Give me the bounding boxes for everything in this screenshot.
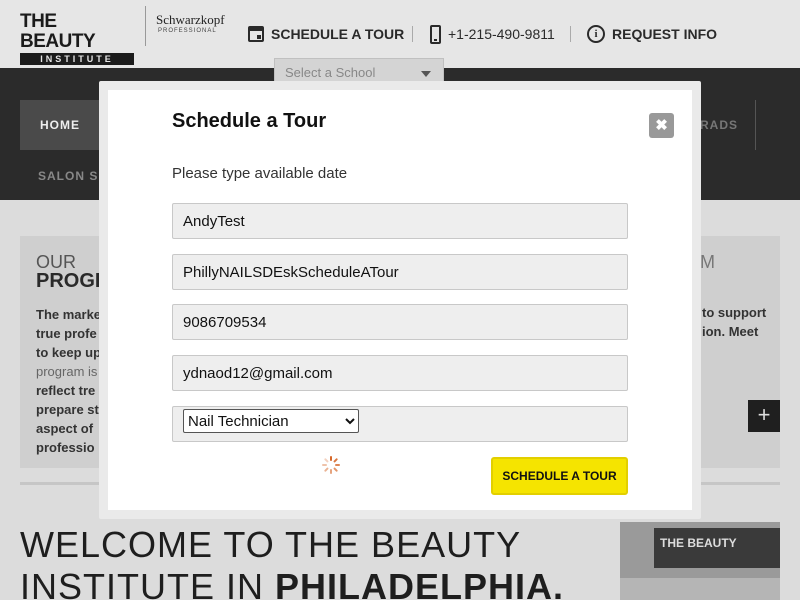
- right-heading: M: [700, 252, 715, 272]
- body-line: prepare st: [36, 402, 99, 417]
- welcome-city: PHILADELPHIA.: [275, 566, 565, 600]
- body-line: to keep up: [36, 345, 102, 360]
- nav-divider: [755, 100, 756, 150]
- last-name-field[interactable]: [172, 254, 628, 290]
- nav-separator: [412, 26, 413, 42]
- request-info-link[interactable]: i REQUEST INFO: [587, 22, 717, 46]
- logo-line-2: INSTITUTE: [20, 53, 134, 65]
- institute-photo: THE BEAUTY: [620, 522, 780, 600]
- logo-line-1: THE BEAUTY: [20, 11, 96, 52]
- phone-icon: [430, 24, 441, 44]
- body-line: true profe: [36, 326, 97, 341]
- photo-floor: [620, 578, 780, 600]
- nav-home[interactable]: HOME: [20, 100, 100, 150]
- body-line: reflect tre: [36, 383, 96, 398]
- phone-field[interactable]: [172, 304, 628, 340]
- partner-sub: PROFESSIONAL: [158, 28, 217, 34]
- program-field: Nail Technician: [172, 406, 628, 442]
- welcome-heading-line-2: INSTITUTE IN PHILADELPHIA.: [20, 566, 564, 600]
- body-line: program is: [36, 364, 98, 379]
- info-icon: i: [587, 25, 605, 43]
- schwarzkopf-logo: Schwarzkopf PROFESSIONAL: [156, 12, 225, 34]
- name-field[interactable]: [172, 203, 628, 239]
- schedule-tour-label: SCHEDULE A TOUR: [271, 26, 405, 42]
- phone-link[interactable]: +1-215-490-9811: [430, 22, 555, 46]
- calendar-icon: [248, 26, 264, 42]
- schedule-tour-link[interactable]: SCHEDULE A TOUR: [248, 22, 404, 46]
- right-text-line: to support: [702, 305, 767, 320]
- email-field[interactable]: [172, 355, 628, 391]
- modal-subtitle: Please type available date: [172, 165, 348, 182]
- modal-title: Schedule a Tour: [172, 110, 327, 132]
- photo-sign-text: THE BEAUTY: [660, 536, 737, 550]
- welcome-heading-line-1: WELCOME TO THE BEAUTY: [20, 524, 522, 565]
- body-line: aspect of: [36, 421, 94, 436]
- body-line: The marke: [36, 307, 102, 322]
- beauty-institute-logo[interactable]: THE BEAUTY INSTITUTE: [20, 12, 134, 65]
- nav-grads[interactable]: RADS: [700, 118, 738, 132]
- program-select[interactable]: Nail Technician: [183, 409, 359, 433]
- schedule-tour-button[interactable]: SCHEDULE A TOUR: [491, 457, 628, 495]
- nav-separator: [570, 26, 571, 42]
- request-info-label: REQUEST INFO: [612, 26, 718, 42]
- schedule-tour-modal: [108, 90, 692, 510]
- close-icon[interactable]: ✖: [649, 113, 674, 138]
- body-line: professio: [36, 440, 95, 455]
- loading-spinner-icon: [322, 456, 340, 474]
- right-text-line: ion. Meet: [702, 324, 759, 339]
- logo-divider: [145, 6, 146, 46]
- nav-salon-services[interactable]: SALON SE: [38, 169, 107, 183]
- expand-button[interactable]: +: [748, 400, 780, 432]
- school-select-placeholder: Select a School: [285, 65, 376, 80]
- partner-name: Schwarzkopf: [156, 12, 225, 27]
- chevron-down-icon: [421, 71, 431, 77]
- welcome-plain: INSTITUTE IN: [20, 566, 275, 600]
- phone-number: +1-215-490-9811: [448, 26, 555, 42]
